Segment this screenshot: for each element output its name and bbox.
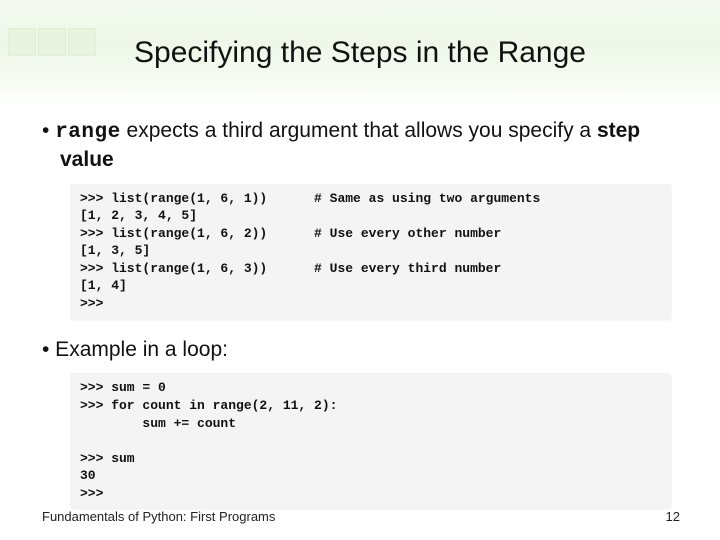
code-line: sum += count [80,416,236,431]
code-line: >>> list(range(1, 6, 1)) # Same as using… [80,191,540,206]
footer: Fundamentals of Python: First Programs 1… [42,509,680,524]
code-line: >>> list(range(1, 6, 3)) # Use every thi… [80,261,501,276]
code-line: >>> for count in range(2, 11, 2): [80,398,337,413]
code-block-2: >>> sum = 0 >>> for count in range(2, 11… [70,373,670,508]
bullet-1: • range expects a third argument that al… [42,118,680,174]
code-line: [1, 3, 5] [80,243,150,258]
code-line: >>> list(range(1, 6, 2)) # Use every oth… [80,226,501,241]
code-line: >>> [80,486,103,501]
code-block-1: >>> list(range(1, 6, 1)) # Same as using… [70,184,670,319]
content-area: • range expects a third argument that al… [42,118,680,526]
bullet-1-text: expects a third argument that allows you… [121,119,597,142]
code-line: >>> sum = 0 [80,380,166,395]
code-line: >>> sum [80,451,135,466]
code-line: [1, 4] [80,278,127,293]
code-line: [1, 2, 3, 4, 5] [80,208,197,223]
footer-text: Fundamentals of Python: First Programs [42,509,275,524]
page-title: Specifying the Steps in the Range [0,36,720,70]
bullet-2: • Example in a loop: [42,337,680,364]
code-keyword-range: range [55,121,121,144]
page-number: 12 [666,509,680,524]
code-line: 30 [80,468,96,483]
bullet-dot: • [42,119,55,142]
code-line: >>> [80,296,103,311]
